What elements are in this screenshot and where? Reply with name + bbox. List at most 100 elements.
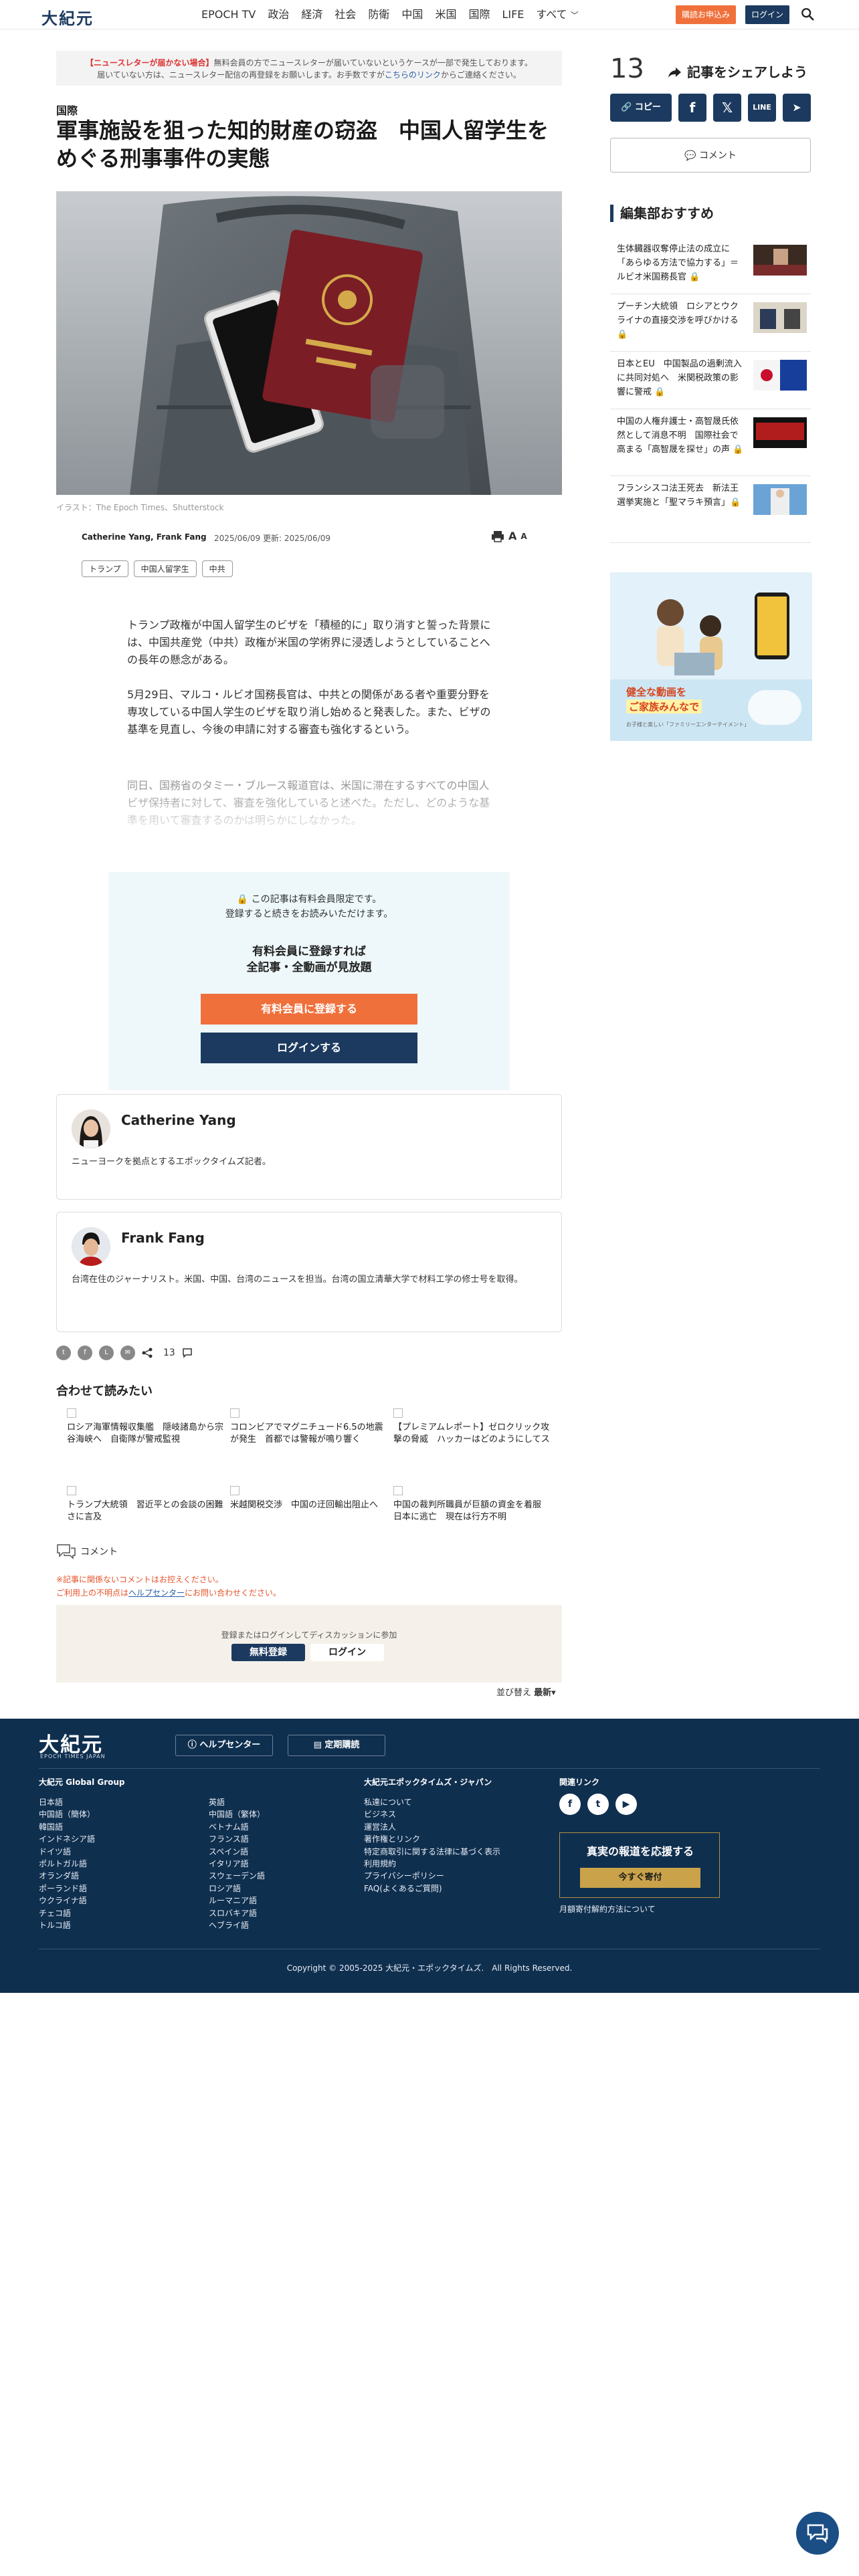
login-button[interactable]: ログイン — [745, 5, 789, 24]
facebook-icon[interactable]: f — [559, 1794, 581, 1815]
nav-item-economy[interactable]: 経済 — [295, 7, 328, 23]
telegram-share-button[interactable]: ➤ — [783, 94, 811, 122]
facebook-share-button[interactable]: f — [678, 94, 706, 122]
footer-link[interactable]: 利用規約 — [364, 1858, 500, 1870]
footer-link[interactable]: スウェーデン語 — [209, 1870, 265, 1882]
share-icon[interactable] — [142, 1348, 153, 1358]
footer-link[interactable]: スロバキア語 — [209, 1907, 265, 1919]
nav-item-all[interactable]: すべて ﹀ — [530, 7, 584, 23]
footer-link[interactable]: ルーマニア語 — [209, 1895, 265, 1907]
help-center-button[interactable]: ⓘ ヘルプセンター — [175, 1735, 273, 1756]
paywall-fade — [100, 789, 515, 843]
avatar[interactable] — [72, 1227, 110, 1266]
search-icon[interactable] — [800, 7, 815, 21]
paywall-login-button[interactable]: ログインする — [201, 1033, 417, 1063]
footer-link[interactable]: スペイン語 — [209, 1846, 265, 1858]
comment-sort[interactable]: 並び替え 最新▾ — [496, 1685, 556, 1698]
footer-link[interactable]: ロシア語 — [209, 1883, 265, 1895]
subscribe-button[interactable]: 購読お申込み — [676, 5, 736, 24]
site-logo[interactable]: 大紀元 — [41, 5, 94, 29]
paid-register-button[interactable]: 有料会員に登録する — [201, 994, 417, 1025]
footer-link[interactable]: フランス語 — [209, 1833, 265, 1845]
editor-pick-item[interactable]: フランシスコ法王死去 新法王選挙実施と「聖マラキ預言」🔒 — [610, 476, 811, 543]
footer-link[interactable]: 私達について — [364, 1796, 500, 1808]
footer-link[interactable]: イタリア語 — [209, 1858, 265, 1870]
editor-pick-item[interactable]: 生体臓器収奪停止法の成立に「あらゆる方法で協力する」＝ルビオ米国務長官 🔒 — [610, 237, 811, 294]
footer-link[interactable]: 運営法人 — [364, 1821, 500, 1833]
family-video-ad-banner[interactable]: 健全な動画を ご家族みんなで お子様と楽しい「ファミリーエンターテイメント」 — [610, 572, 812, 741]
twitter-icon[interactable]: t — [56, 1346, 71, 1360]
article-category[interactable]: 国際 — [56, 102, 78, 118]
author-name[interactable]: Frank Fang — [121, 1230, 205, 1246]
footer-link[interactable]: ヘブライ語 — [209, 1919, 265, 1931]
footer-link[interactable]: ポルトガル語 — [39, 1858, 95, 1870]
nav-item-epochtv[interactable]: EPOCH TV — [195, 7, 262, 23]
chat-button[interactable] — [796, 2512, 839, 2555]
recommendation-item[interactable]: 米越関税交渉 中国の迂回輸出阻止へ — [230, 1486, 388, 1511]
monthly-cancel-link[interactable]: 月額寄付解約方法について — [559, 1903, 656, 1915]
facebook-icon[interactable]: f — [78, 1346, 92, 1360]
tag-item[interactable]: トランプ — [82, 560, 128, 577]
editor-pick-item[interactable]: 日本とEU 中国製品の過剰流入に共同対処へ 米関税政策の影響に警戒 🔒 — [610, 352, 811, 409]
sidebar-comment-button[interactable]: 💬 コメント — [610, 138, 811, 173]
footer-link[interactable]: 中国語（繁体） — [209, 1808, 265, 1820]
nav-item-usa[interactable]: 米国 — [429, 7, 462, 23]
footer-link[interactable]: インドネシア語 — [39, 1833, 95, 1845]
font-size-small-icon[interactable]: A — [520, 532, 527, 541]
youtube-icon[interactable]: ▶ — [615, 1794, 637, 1815]
x-icon: 𝕏 — [721, 100, 733, 116]
nav-item-life[interactable]: LIFE — [496, 7, 530, 23]
nav-item-politics[interactable]: 政治 — [262, 7, 295, 23]
recommendation-item[interactable]: 【プレミアムレポート】ゼロクリック攻撃の脅威 ハッカーはどのようにしてスマートフ… — [393, 1408, 551, 1446]
line-share-button[interactable]: LINE — [748, 94, 776, 122]
copy-link-button[interactable]: 🔗 コピー — [610, 94, 672, 122]
discussion-login-button[interactable]: ログイン — [310, 1644, 384, 1661]
nav-item-china[interactable]: 中国 — [395, 7, 429, 23]
footer-link[interactable]: FAQ(よくあるご質問) — [364, 1883, 500, 1895]
footer-link[interactable]: オランダ語 — [39, 1870, 95, 1882]
tag-item[interactable]: 中共 — [201, 560, 233, 577]
footer-link[interactable]: 著作権とリンク — [364, 1833, 500, 1845]
editor-pick-item[interactable]: 中国の人権弁護士・高智晟氏依然として消息不明 国際社会で高まる「高智晟を探せ」の… — [610, 409, 811, 476]
recommendation-item[interactable]: トランプ大統領 習近平との会談の困難さに言及 — [67, 1486, 225, 1523]
author-name[interactable]: Catherine Yang — [121, 1112, 236, 1128]
tag-item[interactable]: 中国人留学生 — [133, 560, 197, 577]
nav-item-defense[interactable]: 防衛 — [362, 7, 395, 23]
recommendation-text: コロンビアでマグニチュード6.5の地震が発生 首都では警報が鳴り響く — [230, 1422, 383, 1444]
avatar[interactable] — [72, 1109, 110, 1148]
font-size-large-icon[interactable]: A — [508, 530, 516, 542]
editor-pick-item[interactable]: プーチン大統領 ロシアとウクライナの直接交渉を呼びかける 🔒 — [610, 294, 811, 352]
footer-link[interactable]: ベトナム語 — [209, 1821, 265, 1833]
print-icon[interactable] — [491, 530, 504, 542]
line-icon[interactable]: L — [99, 1346, 114, 1360]
footer-link[interactable]: 英語 — [209, 1796, 265, 1808]
editor-pick-text: フランシスコ法王死去 新法王選挙実施と「聖マラキ預言」🔒 — [617, 484, 741, 508]
recommendation-item[interactable]: コロンビアでマグニチュード6.5の地震が発生 首都では警報が鳴り響く — [230, 1408, 388, 1446]
email-icon[interactable]: ✉ — [120, 1346, 135, 1360]
article-byline[interactable]: Catherine Yang, Frank Fang — [82, 532, 207, 542]
footer-link[interactable]: 特定商取引に関する法律に基づく表示 — [364, 1846, 500, 1858]
x-share-button[interactable]: 𝕏 — [713, 94, 741, 122]
footer-link[interactable]: チェコ語 — [39, 1907, 95, 1919]
footer-link[interactable]: ポーランド語 — [39, 1883, 95, 1895]
recommendation-item[interactable]: 中国の裁判所職員が巨額の資金を着服 日本に逃亡 現在は行方不明 — [393, 1486, 551, 1523]
recommendation-item[interactable]: ロシア海軍情報収集艦 隠岐諸島から宗谷海峡へ 自衛隊が警戒監視 — [67, 1408, 225, 1446]
donate-button[interactable]: 今すぐ寄付 — [580, 1868, 700, 1888]
footer-link[interactable]: プライバシーポリシー — [364, 1870, 500, 1882]
nav-item-international[interactable]: 国際 — [462, 7, 496, 23]
footer-link[interactable]: 日本語 — [39, 1796, 95, 1808]
twitter-icon[interactable]: t — [587, 1794, 609, 1815]
comment-icon[interactable] — [182, 1348, 193, 1358]
footer-link[interactable]: ビジネス — [364, 1808, 500, 1820]
footer-link[interactable]: ウクライナ語 — [39, 1895, 95, 1907]
footer-link[interactable]: 中国語（簡体） — [39, 1808, 95, 1820]
article-title: 軍事施設を狙った知的財産の窃盗 中国人留学生をめぐる刑事事件の実態 — [56, 118, 549, 171]
subscription-button[interactable]: ▤ 定期購読 — [288, 1735, 385, 1756]
footer-link[interactable]: トルコ語 — [39, 1919, 95, 1931]
free-register-button[interactable]: 無料登録 — [231, 1644, 305, 1661]
footer-link[interactable]: ドイツ語 — [39, 1846, 95, 1858]
footer-link[interactable]: 韓国語 — [39, 1821, 95, 1833]
help-center-link[interactable]: ヘルプセンター — [128, 1588, 185, 1598]
nav-item-society[interactable]: 社会 — [328, 7, 362, 23]
notice-link[interactable]: こちらのリンク — [385, 70, 441, 80]
